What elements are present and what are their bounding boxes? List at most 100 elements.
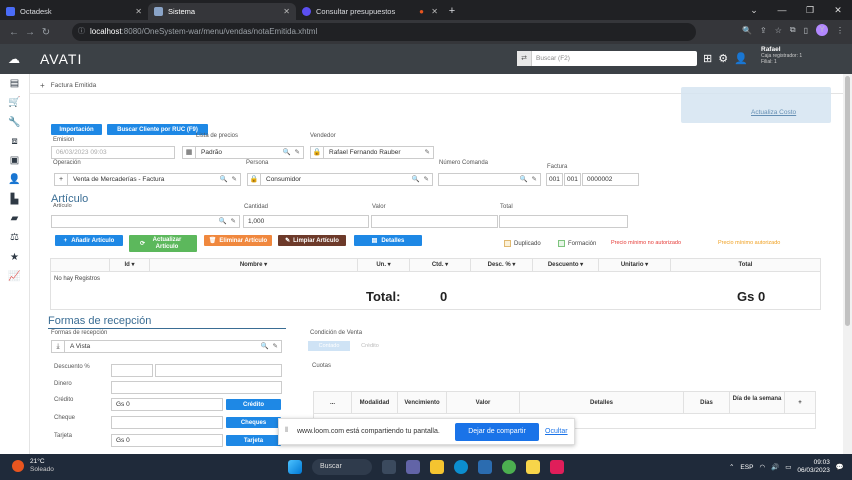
col-unitario[interactable]: Unitario ▾ — [599, 259, 671, 271]
money-icon[interactable]: ▣ — [0, 151, 29, 170]
vendedor-field[interactable]: 🔒 Rafael Fernando Rauber ✎ — [310, 146, 434, 159]
edit-icon[interactable]: ✎ — [425, 147, 430, 158]
col-descuento[interactable]: Descuento ▾ — [533, 259, 599, 271]
search-icon[interactable]: 🔍 — [261, 341, 269, 352]
numero-comanda-field[interactable]: 🔍 ✎ — [438, 173, 541, 186]
page-scrollbar[interactable] — [843, 74, 852, 454]
back-icon[interactable]: ← — [6, 27, 22, 38]
slack-icon[interactable] — [550, 460, 564, 474]
zoom-icon[interactable]: 🔍 — [742, 26, 752, 35]
url-input[interactable]: ⓘ localhost:8080/OneSystem-war/menu/vend… — [72, 23, 696, 41]
chevron-up-icon[interactable]: ⌃ — [729, 463, 734, 471]
edit-icon[interactable]: ✎ — [231, 216, 236, 227]
credito-button[interactable]: Crédito — [226, 399, 281, 410]
buscar-cliente-button[interactable]: Buscar Cliente por RUC (F9) — [107, 124, 208, 135]
edit-icon[interactable]: ✎ — [232, 174, 237, 185]
edit-icon[interactable]: ✎ — [295, 147, 300, 158]
plus-icon[interactable]: + — [40, 81, 45, 90]
close-icon[interactable]: ✕ — [431, 7, 438, 16]
refresh-icon[interactable]: ⇄ — [517, 51, 532, 66]
edge-icon[interactable] — [454, 460, 468, 474]
detalles-button[interactable]: ▤ Detalles — [354, 235, 422, 246]
cantidad-field[interactable]: 1,000 — [243, 215, 369, 228]
edit-icon[interactable]: ✎ — [424, 174, 429, 185]
star-icon[interactable]: ★ — [0, 248, 29, 267]
new-tab-button[interactable]: + — [444, 3, 460, 20]
maximize-icon[interactable]: ❐ — [796, 0, 824, 20]
extension-icon[interactable]: ⧉ — [790, 25, 796, 35]
credito-field[interactable]: Gs 0 — [111, 398, 223, 411]
truck-icon[interactable]: ▰ — [0, 209, 29, 228]
tab-octadesk[interactable]: Octadesk ✕ — [0, 3, 148, 20]
profile-avatar[interactable]: Y — [816, 24, 828, 36]
weather-widget[interactable]: 21°C Soleado — [12, 458, 54, 474]
factura-punto[interactable]: 001 — [564, 173, 581, 186]
col-nombre[interactable]: Nombre ▾ — [150, 259, 358, 271]
store-icon[interactable] — [478, 460, 492, 474]
line-chart-icon[interactable]: 📈 — [0, 267, 29, 286]
plus-icon[interactable]: + — [55, 174, 68, 185]
search-icon[interactable]: 🔍 — [412, 174, 420, 185]
tarjeta-button[interactable]: Tarjeta — [226, 435, 281, 446]
search-icon[interactable]: 🔍 — [220, 174, 228, 185]
search-icon[interactable]: 🔍 — [219, 216, 227, 227]
scrollbar-thumb[interactable] — [845, 76, 850, 326]
edit-icon[interactable]: ✎ — [273, 341, 278, 352]
factura-establecimiento[interactable]: 001 — [546, 173, 563, 186]
search-input[interactable]: Buscar (F2) — [536, 55, 570, 62]
reload-icon[interactable]: ↻ — [38, 27, 54, 38]
cubes-icon[interactable]: ⧈ — [0, 132, 29, 151]
operacion-field[interactable]: + Venta de Mercaderías - Factura 🔍 ✎ — [54, 173, 241, 186]
taskbar-search[interactable]: Buscar — [312, 459, 372, 475]
anadir-articulo-button[interactable]: + Añadir Artículo — [55, 235, 123, 246]
gear-icon[interactable]: ⚙ — [718, 52, 728, 65]
windows-start-icon[interactable] — [288, 460, 302, 474]
articulo-field[interactable]: 🔍 ✎ — [51, 215, 240, 228]
tarjeta-field[interactable]: Gs 0 — [111, 434, 223, 447]
add-window-icon[interactable]: ⊞ — [703, 52, 712, 65]
industry-icon[interactable]: ▙ — [0, 190, 29, 209]
col-desc-pct[interactable]: Desc. % ▾ — [471, 259, 533, 271]
book-icon[interactable]: ▤ — [0, 74, 29, 93]
descuento-pct-field[interactable] — [111, 364, 153, 377]
emision-field[interactable]: 06/03/2023 09:03 — [51, 146, 175, 159]
col-id[interactable]: Id ▾ — [110, 259, 150, 271]
hide-link[interactable]: Ocultar — [545, 428, 568, 435]
close-window-icon[interactable]: ✕ — [824, 0, 852, 20]
cheque-field[interactable] — [111, 416, 223, 429]
edit-icon[interactable]: ✎ — [532, 174, 537, 185]
global-search[interactable]: ⇄ Buscar (F2) — [517, 51, 697, 66]
persona-field[interactable]: 🔒 Consumidor 🔍 ✎ — [247, 173, 433, 186]
sticky-notes-icon[interactable] — [526, 460, 540, 474]
lista-precios-field[interactable]: ▦ Padrão 🔍 ✎ — [182, 146, 304, 159]
share-icon[interactable]: ⇪ — [760, 26, 767, 35]
tab-sistema[interactable]: Sistema ✕ — [148, 3, 296, 20]
col-ctd[interactable]: Ctd. ▾ — [410, 259, 471, 271]
contado-option[interactable]: Contado — [308, 341, 350, 351]
tab-consultar[interactable]: Consultar presupuestos ● ✕ — [296, 3, 444, 20]
descuento-value-field[interactable] — [155, 364, 282, 377]
language[interactable]: ESP — [740, 464, 753, 471]
battery-icon[interactable]: ▭ — [785, 463, 791, 471]
info-icon[interactable]: ⓘ — [78, 23, 85, 41]
chevron-down-icon[interactable]: ⌄ — [740, 0, 768, 20]
menu-icon[interactable]: ⋮ — [836, 26, 844, 35]
actualizar-articulo-button[interactable]: ⟳ Actualizar Artículo — [129, 235, 197, 252]
app-logo[interactable]: AVATI — [40, 51, 82, 67]
eliminar-articulo-button[interactable]: 🗑 Eliminar Artículo — [204, 235, 272, 246]
valor-field[interactable] — [371, 215, 498, 228]
star-icon[interactable]: ☆ — [775, 26, 782, 35]
clock[interactable]: 09:03 06/03/2023 — [797, 459, 830, 475]
task-view-icon[interactable] — [382, 460, 396, 474]
explorer-icon[interactable] — [430, 460, 444, 474]
cuotas-add-button[interactable]: + — [785, 392, 815, 413]
actualiza-costo-link[interactable]: Actualiza Costo — [751, 109, 796, 116]
limpiar-articulo-button[interactable]: ✎ Limpiar Artículo — [278, 235, 346, 246]
formas-recepcion-field[interactable]: ⤓ A Vista 🔍 ✎ — [51, 340, 282, 353]
user-icon[interactable]: 👤 — [734, 52, 748, 65]
cart-icon[interactable]: 🛒 — [0, 93, 29, 112]
user-tie-icon[interactable]: 👤 — [0, 170, 29, 189]
balance-icon[interactable]: ⚖ — [0, 228, 29, 247]
minimize-icon[interactable]: — — [768, 0, 796, 20]
stop-sharing-button[interactable]: Dejar de compartir — [455, 423, 539, 441]
